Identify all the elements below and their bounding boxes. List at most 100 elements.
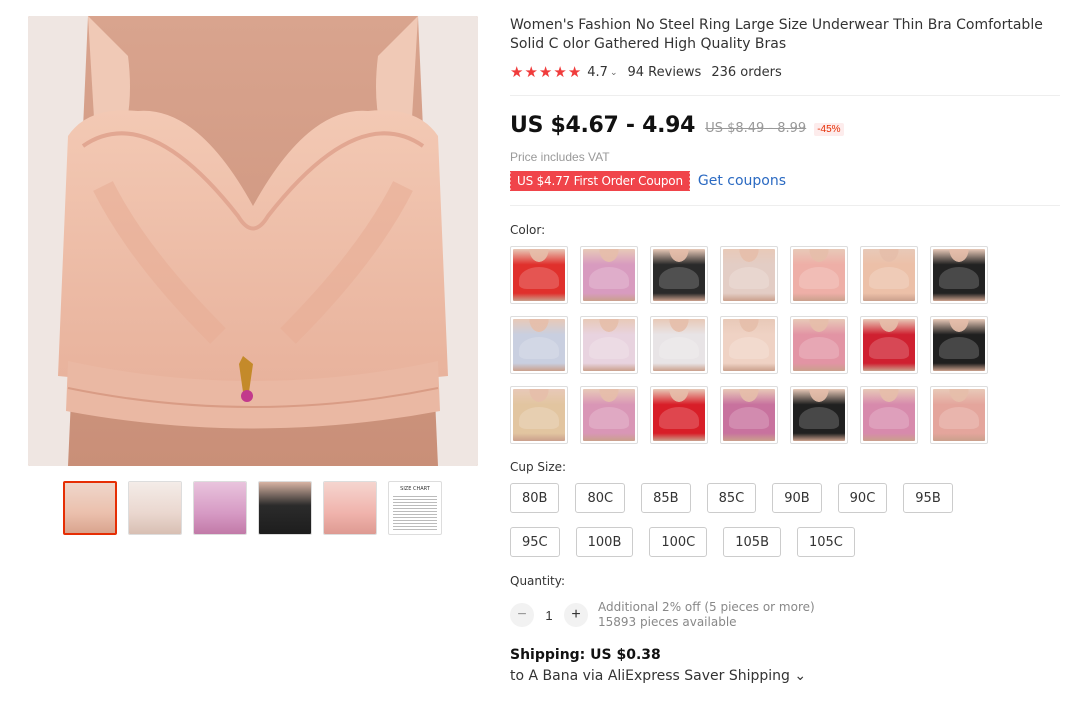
quantity-stepper: − + Additional 2% off (5 pieces or more)… <box>510 600 1060 630</box>
color-option[interactable] <box>650 386 708 444</box>
color-swatch <box>863 389 915 441</box>
color-swatch <box>653 319 705 371</box>
price-row: US $4.67 - 4.94 US $8.49 - 8.99 -45% <box>510 113 1060 138</box>
color-option[interactable] <box>860 386 918 444</box>
cup-size-option[interactable]: 85B <box>641 483 691 513</box>
color-swatch <box>723 319 775 371</box>
color-swatch <box>933 389 985 441</box>
color-option[interactable] <box>720 246 778 304</box>
increase-quantity-button[interactable]: + <box>564 603 588 627</box>
size-chart-table <box>393 494 437 530</box>
color-swatch <box>513 389 565 441</box>
star-icon: ★ <box>510 63 524 81</box>
star-icon: ★ <box>567 63 582 81</box>
rating-value[interactable]: 4.7 <box>587 65 608 80</box>
color-option[interactable] <box>580 246 638 304</box>
thumbnail-size-chart[interactable]: SIZE CHART <box>388 481 442 535</box>
bra-illustration <box>28 16 478 466</box>
cup-size-option[interactable]: 95C <box>510 527 560 557</box>
thumbnail-strip: SIZE CHART <box>63 481 442 535</box>
color-swatch <box>653 389 705 441</box>
color-option[interactable] <box>510 386 568 444</box>
color-option[interactable] <box>790 246 848 304</box>
color-swatch <box>863 249 915 301</box>
cup-size-option[interactable]: 95B <box>903 483 953 513</box>
thumbnail-4[interactable] <box>258 481 312 535</box>
stock-available: 15893 pieces available <box>598 615 737 629</box>
color-option[interactable] <box>510 316 568 374</box>
color-option[interactable] <box>930 246 988 304</box>
color-swatch <box>723 389 775 441</box>
color-swatch <box>513 319 565 371</box>
color-swatch <box>653 249 705 301</box>
color-option[interactable] <box>860 316 918 374</box>
cup-size-label: Cup Size: <box>510 460 567 474</box>
shipping-price: Shipping: US $0.38 <box>510 647 661 663</box>
color-option[interactable] <box>790 386 848 444</box>
product-info: Women's Fashion No Steel Ring Large Size… <box>509 16 1060 684</box>
color-swatch <box>583 389 635 441</box>
star-icon: ★ <box>538 63 553 81</box>
color-option[interactable] <box>580 316 638 374</box>
thumbnail-5[interactable] <box>323 481 377 535</box>
thumbnail-3[interactable] <box>193 481 247 535</box>
color-swatch <box>863 319 915 371</box>
cup-size-option[interactable]: 100B <box>575 527 634 557</box>
color-swatch <box>793 389 845 441</box>
quantity-label: Quantity: <box>510 574 566 588</box>
divider <box>510 95 1060 96</box>
cup-size-option[interactable]: 85C <box>706 483 757 513</box>
reviews-link[interactable]: 94 Reviews <box>628 65 702 80</box>
thumbnail-2[interactable] <box>128 481 182 535</box>
color-swatch <box>793 319 845 371</box>
bulk-discount-note: Additional 2% off (5 pieces or more) <box>598 600 815 614</box>
cup-size-options: 80B 80C 85B 85C 90B 90C 95B 95C 100B 100C 105B 105C <box>510 483 1010 557</box>
color-options <box>510 246 1060 444</box>
get-coupons-link[interactable]: Get coupons <box>698 173 786 189</box>
cup-size-option[interactable]: 100C <box>649 527 708 557</box>
cup-size-option[interactable]: 105C <box>796 527 855 557</box>
color-swatch <box>793 249 845 301</box>
color-swatch <box>583 249 635 301</box>
coupon-row: US $4.77 First Order Coupon Get coupons <box>509 171 1060 191</box>
quantity-input[interactable] <box>534 607 564 623</box>
orders-count: 236 orders <box>711 65 782 80</box>
color-option[interactable] <box>650 246 708 304</box>
size-chart-label: SIZE CHART <box>400 486 430 492</box>
color-swatch <box>723 249 775 301</box>
shipping-method-dropdown[interactable]: to A Bana via AliExpress Saver Shipping … <box>510 668 1060 684</box>
cup-size-option[interactable]: 90B <box>772 483 822 513</box>
rating-row: ★ ★ ★ ★ ★ 4.7 ⌄ 94 Reviews 236 orders <box>510 65 1060 81</box>
color-option[interactable] <box>650 316 708 374</box>
vat-note: Price includes VAT <box>510 150 610 164</box>
cup-size-option[interactable]: 105B <box>723 527 781 557</box>
decrease-quantity-button[interactable]: − <box>510 603 534 627</box>
main-product-image[interactable] <box>28 16 478 466</box>
product-title: Women's Fashion No Steel Ring Large Size… <box>510 17 1043 52</box>
original-price: US $8.49 - 8.99 <box>705 121 807 136</box>
star-icon: ★ <box>524 63 538 81</box>
cup-size-option[interactable]: 80B <box>510 483 560 513</box>
color-swatch <box>583 319 635 371</box>
star-rating: ★ ★ ★ ★ ★ <box>510 65 581 80</box>
color-option[interactable] <box>580 386 638 444</box>
color-option[interactable] <box>720 386 778 444</box>
color-option[interactable] <box>720 316 778 374</box>
cup-size-option[interactable]: 80C <box>575 483 626 513</box>
color-option[interactable] <box>930 386 988 444</box>
star-icon: ★ <box>553 63 567 81</box>
quantity-note: Additional 2% off (5 pieces or more) 158… <box>598 600 815 630</box>
color-option[interactable] <box>790 316 848 374</box>
color-swatch <box>933 249 985 301</box>
discount-badge: -45% <box>814 123 844 136</box>
color-option[interactable] <box>510 246 568 304</box>
color-option[interactable] <box>930 316 988 374</box>
color-option[interactable] <box>860 246 918 304</box>
cup-size-option[interactable]: 90C <box>837 483 888 513</box>
divider <box>510 205 1060 206</box>
color-swatch <box>513 249 565 301</box>
first-order-coupon[interactable]: US $4.77 First Order Coupon <box>509 171 690 191</box>
thumbnail-1[interactable] <box>63 481 117 535</box>
chevron-down-icon[interactable]: ⌄ <box>610 68 618 78</box>
current-price: US $4.67 - 4.94 <box>510 113 696 138</box>
